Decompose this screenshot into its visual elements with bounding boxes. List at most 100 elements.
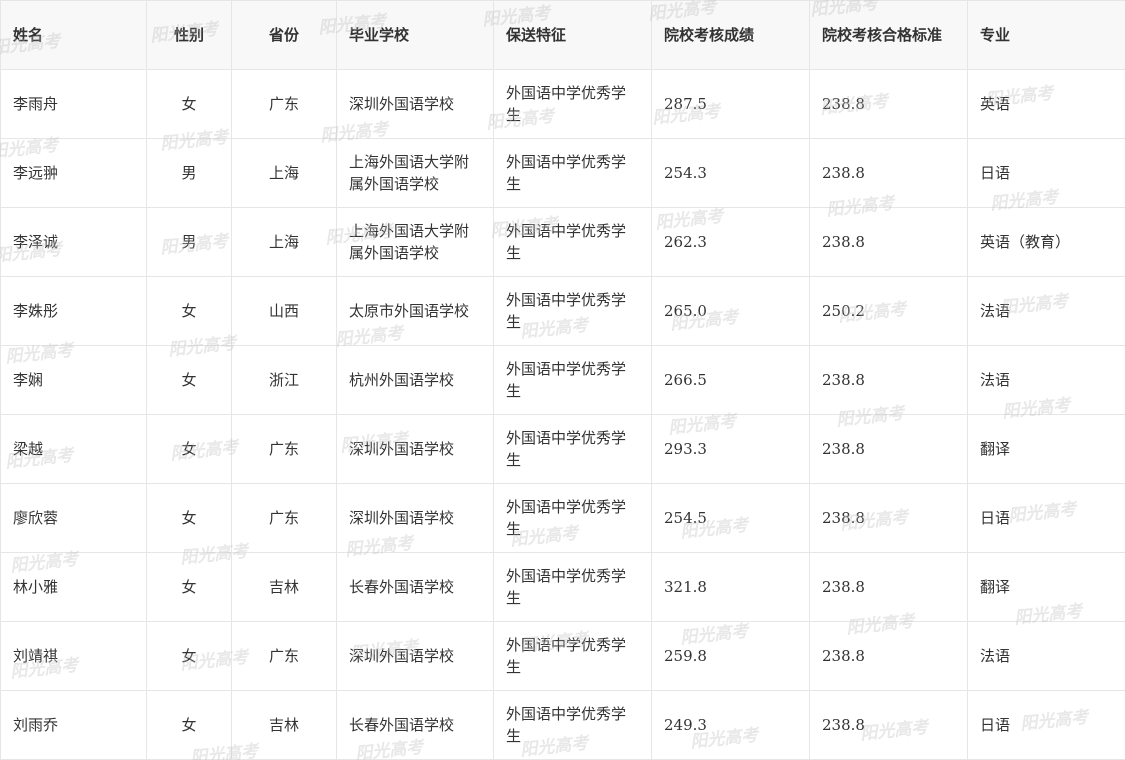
- cell-passing-standard: 238.8: [809, 69, 968, 139]
- table-row: 刘靖祺女广东 深圳外国语学校 外国语中学优秀学生 259.8 238.8 法语: [0, 621, 1125, 691]
- cell-assessment-score: 265.0: [651, 276, 810, 346]
- cell-assessment-score: 254.5: [651, 483, 810, 553]
- cell-assessment-score: 259.8: [651, 621, 810, 691]
- cell-gender: 女: [146, 483, 232, 553]
- cell-name: 李姝彤: [0, 276, 147, 346]
- cell-name: 刘靖祺: [0, 621, 147, 691]
- cell-passing-standard: 238.8: [809, 483, 968, 553]
- cell-school: 上海外国语大学附属外国语学校: [336, 138, 494, 208]
- admissions-table: 姓名 性别 省份 毕业学校 保送特征 院校考核成绩 院校考核合格标准 专业 李雨…: [0, 0, 1125, 760]
- cell-name: 李雨舟: [0, 69, 147, 139]
- table-body: 李雨舟女广东 深圳外国语学校 外国语中学优秀学生 287.5 238.8 英语 李远翀男上海…: [0, 69, 1125, 760]
- cell-passing-standard: 238.8: [809, 552, 968, 622]
- header-row: 姓名 性别 省份 毕业学校 保送特征 院校考核成绩 院校考核合格标准 专业: [0, 0, 1125, 70]
- cell-major: 法语: [967, 621, 1125, 691]
- cell-major: 翻译: [967, 552, 1125, 622]
- cell-major: 日语: [967, 138, 1125, 208]
- cell-assessment-score: 321.8: [651, 552, 810, 622]
- cell-gender: 男: [146, 207, 232, 277]
- cell-gender: 女: [146, 276, 232, 346]
- cell-school: 深圳外国语学校: [336, 483, 494, 553]
- column-header-school: 毕业学校: [336, 0, 494, 70]
- column-header-name: 姓名: [0, 0, 147, 70]
- cell-gender: 女: [146, 552, 232, 622]
- cell-school: 杭州外国语学校: [336, 345, 494, 415]
- cell-major: 法语: [967, 345, 1125, 415]
- cell-school: 太原市外国语学校: [336, 276, 494, 346]
- cell-major: 日语: [967, 483, 1125, 553]
- cell-name: 梁越: [0, 414, 147, 484]
- cell-recommendation-type: 外国语中学优秀学生: [493, 621, 652, 691]
- cell-gender: 女: [146, 621, 232, 691]
- cell-name: 李泽诚: [0, 207, 147, 277]
- table-row: 李远翀男上海 上海外国语大学附属外国语学校 外国语中学优秀学生 254.3 238.8 日…: [0, 138, 1125, 208]
- table-row: 李雨舟女广东 深圳外国语学校 外国语中学优秀学生 287.5 238.8 英语: [0, 69, 1125, 139]
- column-header-major: 专业: [967, 0, 1125, 70]
- column-header-assessment-score: 院校考核成绩: [651, 0, 810, 70]
- cell-recommendation-type: 外国语中学优秀学生: [493, 414, 652, 484]
- table-row: 刘雨乔女吉林 长春外国语学校 外国语中学优秀学生 249.3 238.8 日语: [0, 690, 1125, 760]
- table-row: 李泽诚男上海 上海外国语大学附属外国语学校 外国语中学优秀学生 262.3 238.8 英…: [0, 207, 1125, 277]
- table-row: 李娴女浙江 杭州外国语学校 外国语中学优秀学生 266.5 238.8 法语: [0, 345, 1125, 415]
- cell-recommendation-type: 外国语中学优秀学生: [493, 138, 652, 208]
- cell-name: 李远翀: [0, 138, 147, 208]
- cell-passing-standard: 238.8: [809, 345, 968, 415]
- cell-recommendation-type: 外国语中学优秀学生: [493, 345, 652, 415]
- cell-passing-standard: 238.8: [809, 414, 968, 484]
- column-header-province: 省份: [231, 0, 337, 70]
- cell-province: 吉林: [231, 690, 337, 760]
- cell-passing-standard: 238.8: [809, 207, 968, 277]
- cell-recommendation-type: 外国语中学优秀学生: [493, 690, 652, 760]
- cell-name: 廖欣蓉: [0, 483, 147, 553]
- cell-assessment-score: 254.3: [651, 138, 810, 208]
- cell-gender: 女: [146, 690, 232, 760]
- cell-school: 深圳外国语学校: [336, 621, 494, 691]
- cell-major: 法语: [967, 276, 1125, 346]
- cell-province: 广东: [231, 621, 337, 691]
- cell-passing-standard: 250.2: [809, 276, 968, 346]
- cell-school: 长春外国语学校: [336, 552, 494, 622]
- table-row: 梁越女广东 深圳外国语学校 外国语中学优秀学生 293.3 238.8 翻译: [0, 414, 1125, 484]
- cell-province: 吉林: [231, 552, 337, 622]
- cell-school: 长春外国语学校: [336, 690, 494, 760]
- cell-assessment-score: 287.5: [651, 69, 810, 139]
- cell-province: 广东: [231, 69, 337, 139]
- cell-gender: 女: [146, 345, 232, 415]
- cell-assessment-score: 266.5: [651, 345, 810, 415]
- cell-province: 浙江: [231, 345, 337, 415]
- cell-province: 广东: [231, 483, 337, 553]
- cell-recommendation-type: 外国语中学优秀学生: [493, 69, 652, 139]
- cell-name: 林小雅: [0, 552, 147, 622]
- cell-major: 日语: [967, 690, 1125, 760]
- column-header-passing-standard: 院校考核合格标准: [809, 0, 968, 70]
- cell-school: 上海外国语大学附属外国语学校: [336, 207, 494, 277]
- cell-recommendation-type: 外国语中学优秀学生: [493, 276, 652, 346]
- cell-passing-standard: 238.8: [809, 138, 968, 208]
- cell-gender: 女: [146, 69, 232, 139]
- cell-assessment-score: 249.3: [651, 690, 810, 760]
- cell-province: 广东: [231, 414, 337, 484]
- cell-recommendation-type: 外国语中学优秀学生: [493, 207, 652, 277]
- cell-passing-standard: 238.8: [809, 690, 968, 760]
- cell-province: 山西: [231, 276, 337, 346]
- cell-major: 英语（教育）: [967, 207, 1125, 277]
- cell-name: 刘雨乔: [0, 690, 147, 760]
- cell-passing-standard: 238.8: [809, 621, 968, 691]
- table-row: 李姝彤女山西 太原市外国语学校 外国语中学优秀学生 265.0 250.2 法语: [0, 276, 1125, 346]
- table-header: 姓名 性别 省份 毕业学校 保送特征 院校考核成绩 院校考核合格标准 专业: [0, 0, 1125, 70]
- column-header-gender: 性别: [146, 0, 232, 70]
- cell-major: 英语: [967, 69, 1125, 139]
- cell-gender: 男: [146, 138, 232, 208]
- cell-major: 翻译: [967, 414, 1125, 484]
- cell-assessment-score: 293.3: [651, 414, 810, 484]
- cell-recommendation-type: 外国语中学优秀学生: [493, 552, 652, 622]
- cell-recommendation-type: 外国语中学优秀学生: [493, 483, 652, 553]
- cell-school: 深圳外国语学校: [336, 414, 494, 484]
- cell-assessment-score: 262.3: [651, 207, 810, 277]
- cell-province: 上海: [231, 207, 337, 277]
- cell-name: 李娴: [0, 345, 147, 415]
- cell-school: 深圳外国语学校: [336, 69, 494, 139]
- table-row: 林小雅女吉林 长春外国语学校 外国语中学优秀学生 321.8 238.8 翻译: [0, 552, 1125, 622]
- column-header-recommendation-type: 保送特征: [493, 0, 652, 70]
- cell-province: 上海: [231, 138, 337, 208]
